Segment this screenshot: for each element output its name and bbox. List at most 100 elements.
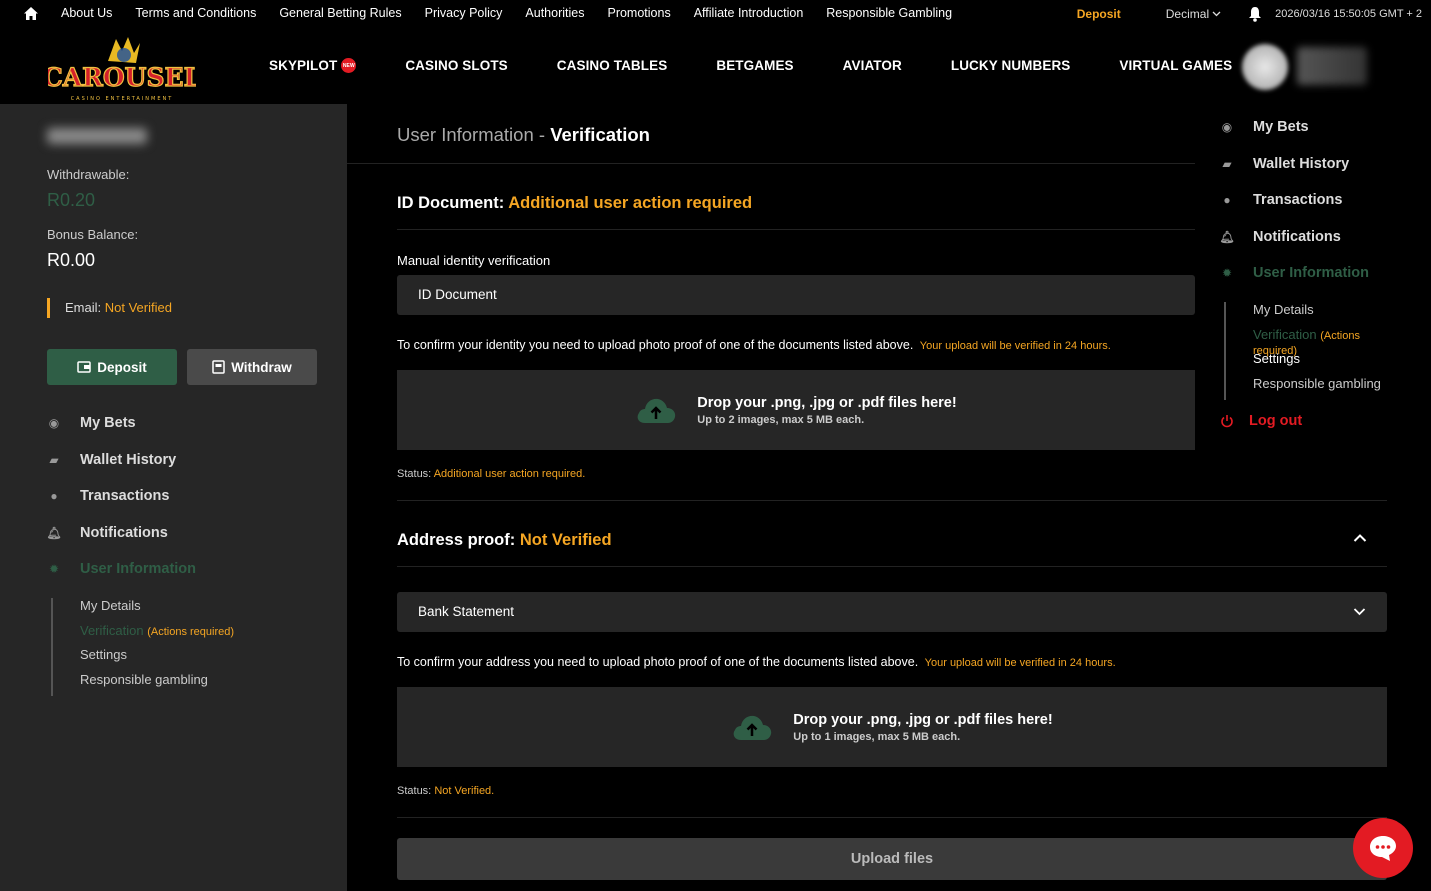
submenu-verification[interactable]: Verification (Actions required)	[1253, 327, 1400, 357]
chat-icon	[1370, 836, 1396, 861]
address-proof-heading: Address proof: Not Verified	[397, 531, 612, 550]
menu-notifications[interactable]: 🔔︎ Notifications	[1219, 229, 1341, 245]
withdrawable-value: R0.20	[47, 190, 96, 210]
address-dropzone[interactable]: Drop your .png, .jpg or .pdf files here!…	[397, 687, 1387, 767]
menu-my-bets[interactable]: ◉ My Bets	[1220, 119, 1309, 135]
left-sidebar: Withdrawable: R0.20 Bonus Balance: R0.00…	[0, 104, 347, 891]
affiliate-link[interactable]: Affiliate Introduction	[694, 6, 804, 20]
address-confirm-text: To confirm your address you need to uplo…	[397, 655, 1116, 669]
nav-lucky-numbers[interactable]: LUCKY NUMBERS	[951, 58, 1071, 73]
nav-skypilot-label: SKYPILOT	[269, 58, 338, 73]
odds-format-label: Decimal	[1165, 7, 1210, 21]
divider	[397, 229, 1195, 230]
submenu-verification[interactable]: Verification (Actions required)	[80, 623, 234, 648]
cloud-upload-icon	[637, 398, 676, 423]
chat-button[interactable]	[1353, 818, 1413, 878]
id-confirm-note: Your upload will be verified in 24 hours…	[919, 340, 1111, 352]
bell-icon: 🔔︎	[46, 526, 62, 540]
wallet-icon	[77, 361, 91, 373]
promotions-link[interactable]: Promotions	[607, 6, 670, 20]
logout-button[interactable]: Log out	[1220, 413, 1302, 429]
menu-user-information[interactable]: ✹ User Information	[1220, 265, 1369, 281]
submenu-verification-label: Verification	[80, 622, 144, 638]
divider	[397, 566, 1387, 567]
menu-transactions[interactable]: ● Transactions	[1220, 192, 1342, 208]
menu-notifications-label: Notifications	[80, 525, 168, 541]
divider	[397, 817, 1387, 818]
id-dropzone[interactable]: Drop your .png, .jpg or .pdf files here!…	[397, 370, 1195, 450]
menu-wallet-history[interactable]: ▰ Wallet History	[47, 452, 176, 468]
deposit-button-label: Deposit	[97, 359, 147, 375]
page-title: User Information - Verification	[397, 124, 650, 146]
user-info-submenu: My Details Verification (Actions require…	[51, 598, 234, 696]
nav-virtual-games[interactable]: VIRTUAL GAMES	[1119, 58, 1232, 73]
betting-rules-link[interactable]: General Betting Rules	[279, 6, 401, 20]
withdraw-button[interactable]: Withdraw	[187, 349, 317, 385]
avatar[interactable]	[1242, 44, 1288, 90]
power-icon	[1221, 415, 1233, 428]
menu-my-bets[interactable]: ◉ My Bets	[47, 415, 136, 431]
responsible-gambling-link[interactable]: Responsible Gambling	[826, 6, 952, 20]
id-drop-title: Drop your .png, .jpg or .pdf files here!	[697, 394, 957, 411]
submenu-responsible-gambling[interactable]: Responsible gambling	[80, 672, 234, 697]
nav-betgames[interactable]: BETGAMES	[716, 58, 793, 73]
id-document-select[interactable]: ID Document	[397, 275, 1195, 315]
submenu-responsible-gambling[interactable]: Responsible gambling	[1253, 376, 1400, 401]
nav-aviator[interactable]: AVIATOR	[843, 58, 902, 73]
address-confirm-note: Your upload will be verified in 24 hours…	[924, 657, 1116, 669]
deposit-button[interactable]: Deposit	[47, 349, 177, 385]
datetime: 2026/03/16 15:50:05 GMT + 2	[1275, 8, 1422, 20]
submenu-my-details[interactable]: My Details	[1253, 302, 1400, 327]
nav-casino-slots[interactable]: CASINO SLOTS	[405, 58, 507, 73]
menu-wallet-history[interactable]: ▰ Wallet History	[1220, 156, 1349, 172]
user-info-submenu: My Details Verification (Actions require…	[1224, 302, 1400, 400]
nav-skypilot[interactable]: SKYPILOT NEW	[269, 58, 357, 73]
coin-icon: ●	[50, 489, 58, 503]
main-nav: SKYPILOT NEW CASINO SLOTS CASINO TABLES …	[269, 58, 1281, 73]
chevron-down-icon	[1212, 11, 1221, 17]
id-document-label: ID Document:	[397, 194, 505, 212]
menu-notifications[interactable]: 🔔︎ Notifications	[46, 525, 168, 541]
bell-icon[interactable]	[1248, 6, 1262, 22]
menu-my-bets-label: My Bets	[80, 415, 136, 431]
svg-text:CASINO ENTERTAINMENT: CASINO ENTERTAINMENT	[71, 96, 174, 102]
id-dropzone-inner: Drop your .png, .jpg or .pdf files here!…	[635, 394, 957, 426]
carousel-logo[interactable]: CAROUSEL CASINO ENTERTAINMENT	[48, 33, 196, 103]
bonus-label: Bonus Balance:	[47, 227, 139, 242]
address-proof-label: Address proof:	[397, 531, 516, 549]
menu-user-information[interactable]: ✹ User Information	[47, 561, 196, 577]
terms-link[interactable]: Terms and Conditions	[135, 6, 256, 20]
user-name-blurred	[1297, 47, 1367, 85]
home-icon[interactable]	[23, 6, 39, 21]
withdraw-button-label: Withdraw	[231, 359, 292, 375]
top-deposit-link[interactable]: Deposit	[1077, 7, 1121, 21]
submenu-settings[interactable]: Settings	[1253, 351, 1400, 376]
id-document-status: Additional user action required	[508, 194, 753, 212]
submenu-settings[interactable]: Settings	[80, 647, 234, 672]
logout-label: Log out	[1249, 413, 1303, 429]
user-dropdown-menu: ◉ My Bets ▰ Wallet History ● Transaction…	[1195, 104, 1400, 449]
address-status-value: Not Verified.	[434, 785, 495, 797]
divider	[397, 500, 1387, 501]
cloud-upload-icon	[733, 715, 772, 740]
svg-text:CAROUSEL: CAROUSEL	[48, 63, 196, 92]
coin-icon: ●	[1223, 193, 1231, 207]
email-label: Email:	[65, 300, 102, 315]
menu-user-information-label: User Information	[1253, 265, 1370, 281]
submenu-my-details[interactable]: My Details	[80, 598, 234, 623]
atm-icon	[212, 360, 225, 374]
privacy-policy-link[interactable]: Privacy Policy	[425, 6, 503, 20]
menu-transactions-label: Transactions	[1253, 192, 1343, 208]
menu-transactions[interactable]: ● Transactions	[47, 488, 169, 504]
address-status: Status: Not Verified.	[397, 785, 494, 797]
about-us-link[interactable]: About Us	[61, 6, 112, 20]
odds-format-select[interactable]: Decimal	[1166, 7, 1221, 21]
wallet-icon: ▰	[49, 453, 59, 467]
username-blurred	[47, 128, 147, 144]
upload-files-button[interactable]: Upload files	[397, 838, 1387, 880]
nav-casino-tables[interactable]: CASINO TABLES	[557, 58, 668, 73]
authorities-link[interactable]: Authorities	[525, 6, 584, 20]
chevron-up-icon[interactable]	[1353, 533, 1367, 543]
address-document-select[interactable]: Bank Statement	[397, 592, 1387, 632]
menu-notifications-label: Notifications	[1253, 229, 1341, 245]
